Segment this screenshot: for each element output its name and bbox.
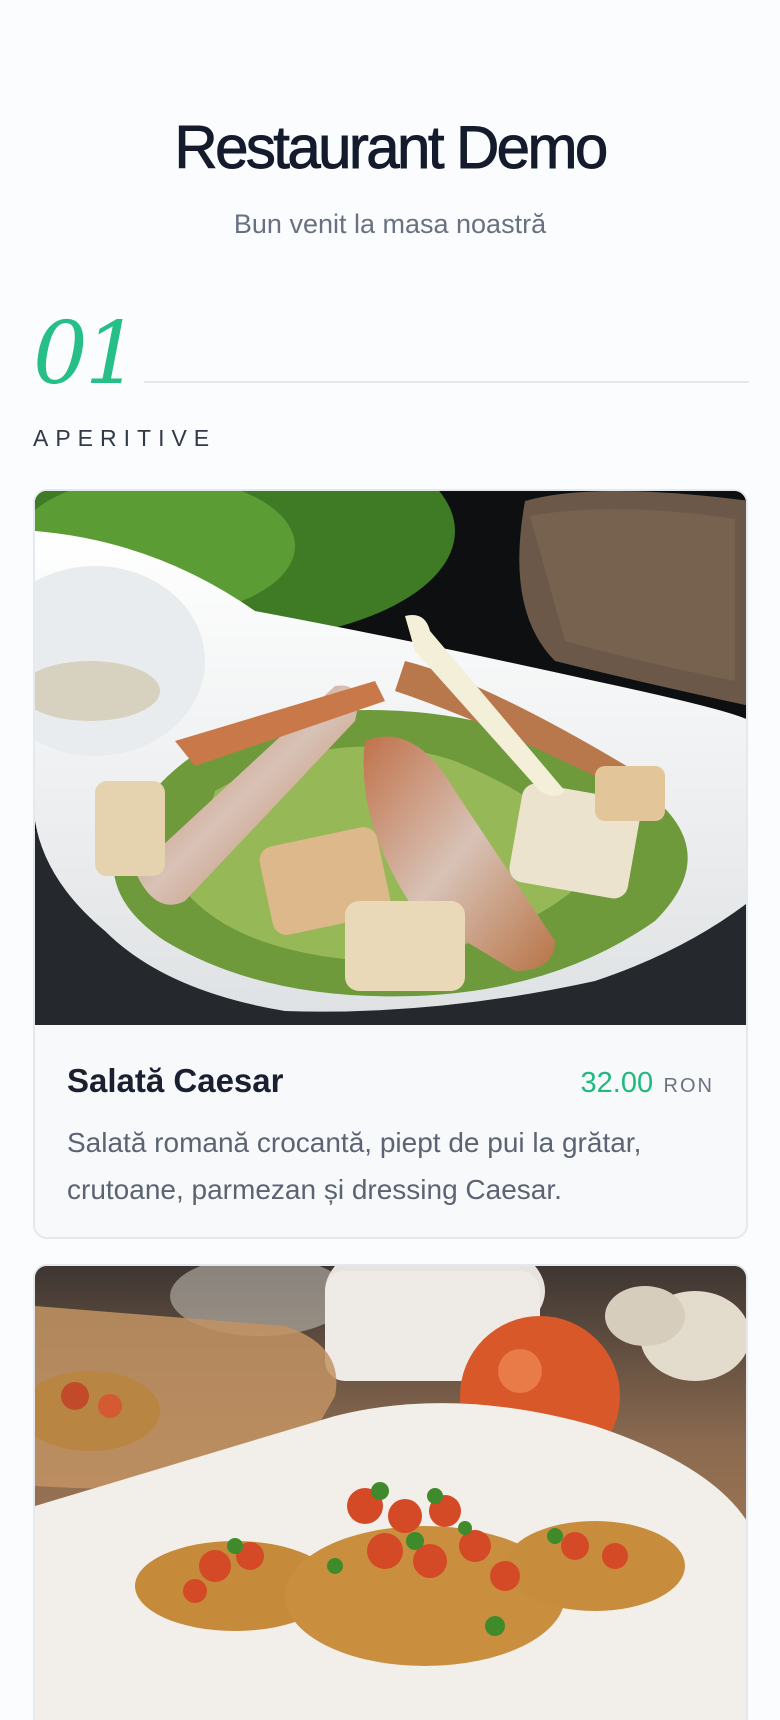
section-divider	[144, 381, 749, 383]
section-number: 01	[33, 304, 139, 404]
menu-item-card[interactable]	[33, 1264, 748, 1720]
bruschetta-photo	[35, 1266, 746, 1720]
price-amount: 32.00	[580, 1067, 654, 1099]
price-currency: RON	[663, 1075, 714, 1097]
section-title: APERITIVE	[33, 425, 217, 451]
restaurant-title: Restaurant Demo	[174, 114, 609, 182]
restaurant-subtitle: Bun venit la masa noastră	[233, 209, 547, 239]
caesar-salad-photo	[35, 491, 746, 1025]
dish-description: Salată romană crocantă, piept de pui la …	[67, 1127, 642, 1205]
menu-item-card[interactable]: Salată Caesar 32.00 RON Salată romană cr…	[33, 489, 748, 1239]
restaurant-header: Restaurant Demo Bun venit la masa noastr…	[0, 110, 780, 242]
dish-name: Salată Caesar	[67, 1062, 284, 1099]
dish-price: 32.00 RON	[581, 1065, 714, 1101]
menu-section-heading: 01 APERITIVE	[33, 308, 749, 452]
